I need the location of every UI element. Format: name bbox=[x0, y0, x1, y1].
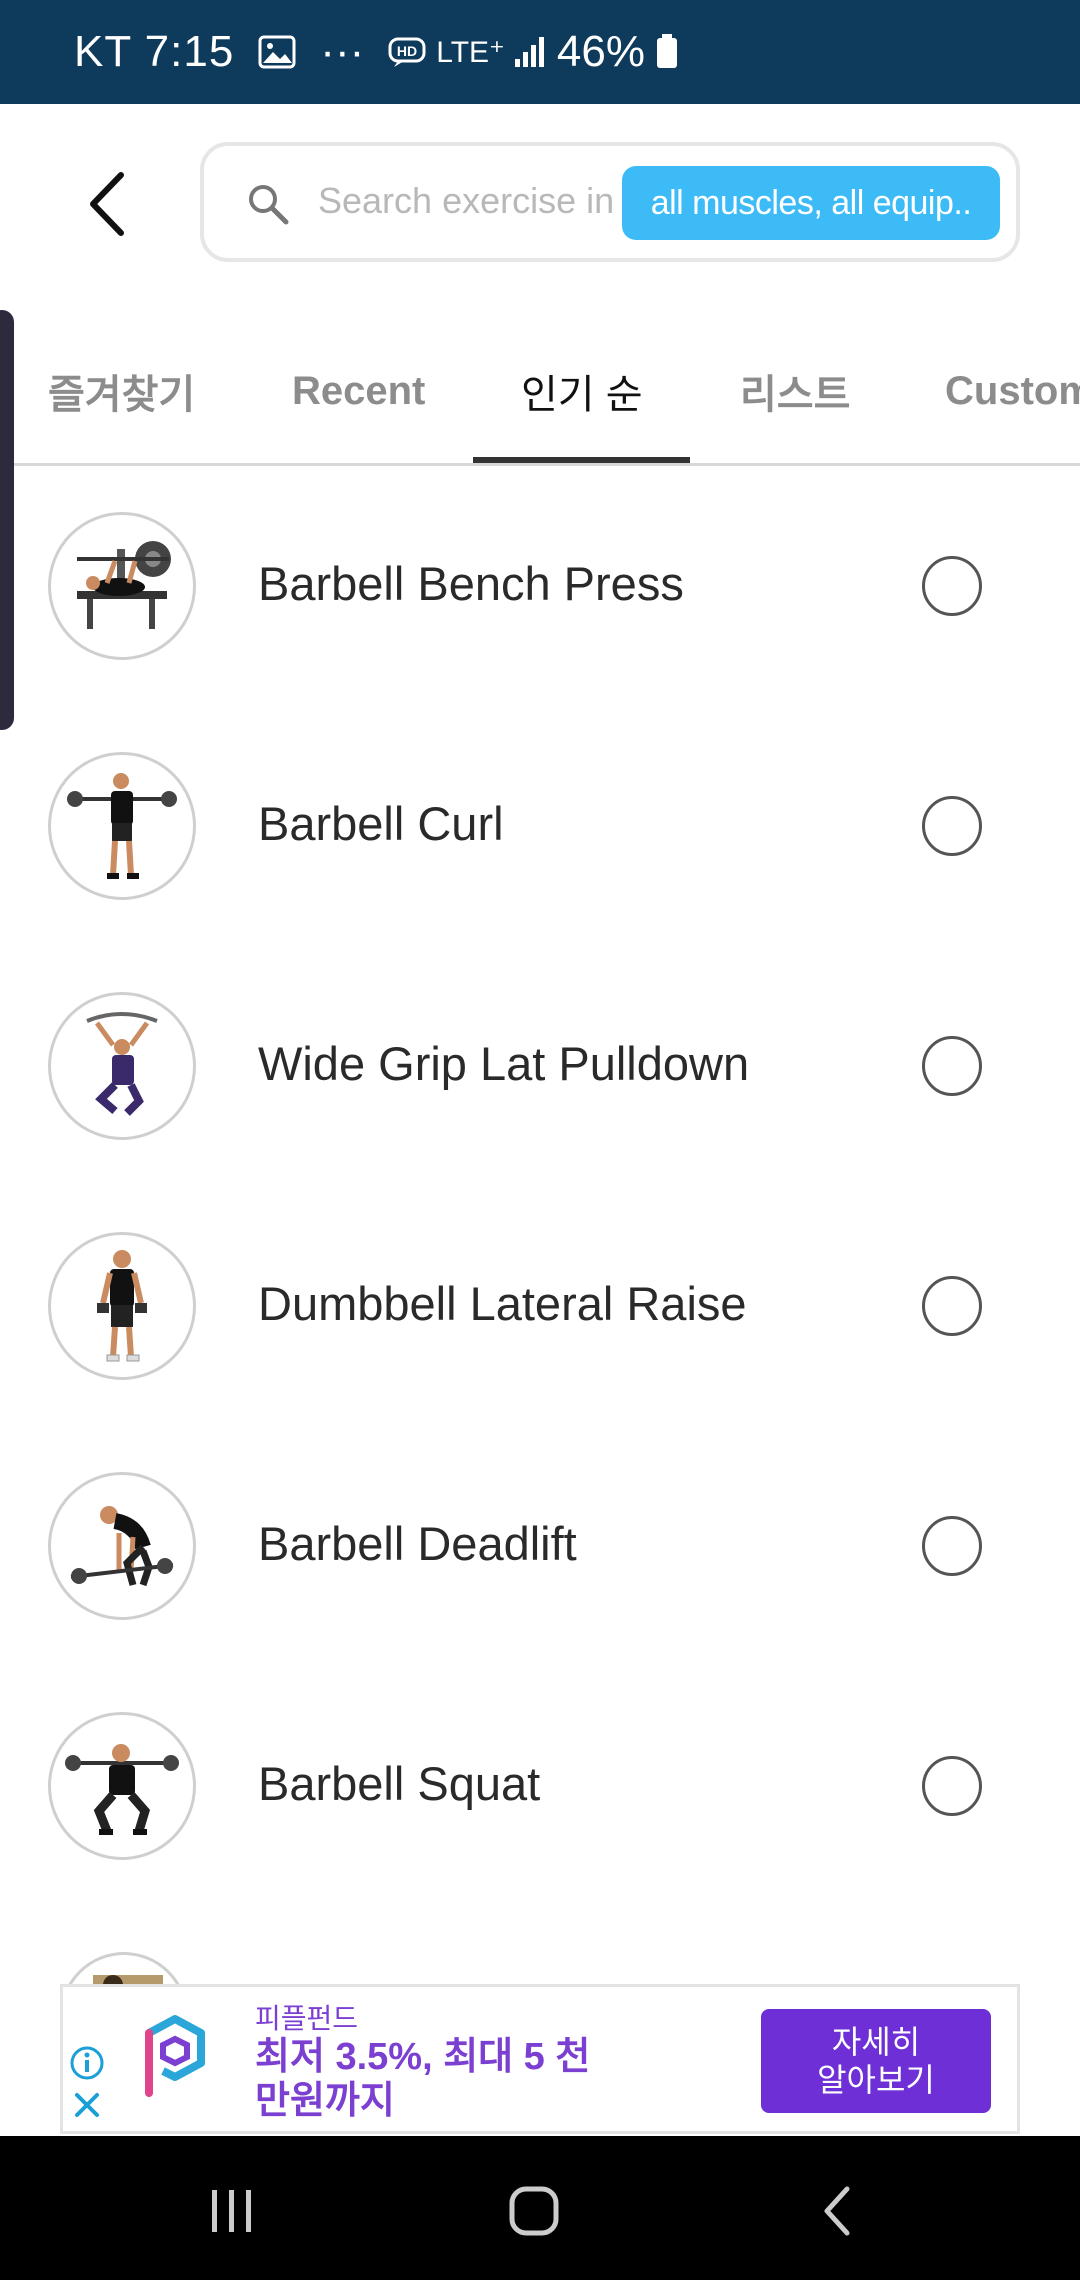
image-icon bbox=[258, 35, 296, 69]
status-time: KT 7:15 bbox=[74, 27, 235, 76]
tab-list[interactable]: 리스트 bbox=[740, 316, 850, 466]
exercise-name: Barbell Curl bbox=[258, 797, 504, 850]
list-item[interactable]: Barbell Curl bbox=[0, 706, 1080, 946]
deadlift-thumbnail bbox=[48, 1472, 196, 1620]
select-radio[interactable] bbox=[922, 1036, 982, 1096]
ad-headline: 최저 3.5%, 최대 5 천만원까지 bbox=[255, 2036, 591, 2122]
list-item[interactable]: Dumbbell Lateral Raise bbox=[0, 1186, 1080, 1426]
status-bar: KT 7:15 ··· HD LTE⁺ 46% bbox=[0, 0, 1080, 104]
signal-icon bbox=[513, 35, 545, 69]
lat-pulldown-thumbnail bbox=[48, 992, 196, 1140]
hd-icon: HD bbox=[388, 35, 428, 69]
network-type: LTE⁺ bbox=[436, 35, 505, 69]
advertiser-logo bbox=[145, 2015, 205, 2097]
lateral-raise-thumbnail bbox=[48, 1232, 196, 1380]
header: Search exercise in all muscles, all equi… bbox=[0, 104, 1080, 294]
home-button[interactable] bbox=[494, 2176, 574, 2246]
more-notifications: ··· bbox=[320, 27, 365, 76]
bench-press-thumbnail bbox=[48, 512, 196, 660]
recent-apps-button[interactable] bbox=[192, 2176, 272, 2246]
list-item[interactable]: Barbell Bench Press bbox=[0, 466, 1080, 706]
select-radio[interactable] bbox=[922, 796, 982, 856]
exercise-list: Barbell Bench Press Barbell Curl Wide Gr… bbox=[0, 466, 1080, 1906]
tab-custom[interactable]: Custom bbox=[945, 316, 1080, 466]
tab-favorites[interactable]: 즐겨찾기 bbox=[48, 316, 195, 466]
tab-bar: 즐겨찾기 Recent 인기 순 리스트 Custom bbox=[0, 316, 1080, 466]
search-icon bbox=[249, 185, 289, 225]
exercise-name: Dumbbell Lateral Raise bbox=[258, 1277, 747, 1330]
exercise-name: Barbell Bench Press bbox=[258, 557, 684, 610]
ad-cta-button[interactable]: 자세히 알아보기 bbox=[761, 2009, 991, 2113]
exercise-name: Barbell Deadlift bbox=[258, 1517, 577, 1570]
ad-advertiser: 피플펀드 bbox=[255, 2003, 359, 2034]
select-radio[interactable] bbox=[922, 1516, 982, 1576]
close-icon[interactable] bbox=[71, 2089, 103, 2121]
search-input[interactable]: Search exercise in bbox=[318, 180, 614, 222]
select-radio[interactable] bbox=[922, 1756, 982, 1816]
system-nav-bar bbox=[0, 2136, 1080, 2280]
barbell-curl-thumbnail bbox=[48, 752, 196, 900]
battery-icon bbox=[655, 34, 679, 70]
back-nav-button[interactable] bbox=[798, 2176, 878, 2246]
select-radio[interactable] bbox=[922, 556, 982, 616]
info-icon[interactable] bbox=[69, 2045, 105, 2081]
tab-recent[interactable]: Recent bbox=[292, 316, 425, 466]
recent-apps-icon bbox=[212, 2190, 251, 2232]
search-bar[interactable]: Search exercise in all muscles, all equi… bbox=[200, 142, 1020, 262]
select-radio[interactable] bbox=[922, 1276, 982, 1336]
back-nav-icon bbox=[824, 2186, 850, 2236]
battery-percent: 46% bbox=[556, 27, 645, 76]
back-button[interactable] bbox=[72, 164, 142, 244]
svg-text:HD: HD bbox=[397, 43, 417, 59]
active-tab-indicator bbox=[473, 457, 690, 463]
exercise-name: Barbell Squat bbox=[258, 1757, 541, 1810]
list-item[interactable]: Barbell Squat bbox=[0, 1666, 1080, 1906]
tab-popular[interactable]: 인기 순 bbox=[521, 316, 643, 466]
home-icon bbox=[509, 2186, 559, 2236]
list-item[interactable]: Barbell Deadlift bbox=[0, 1426, 1080, 1666]
squat-thumbnail bbox=[48, 1712, 196, 1860]
list-item[interactable]: Wide Grip Lat Pulldown bbox=[0, 946, 1080, 1186]
exercise-name: Wide Grip Lat Pulldown bbox=[258, 1037, 750, 1090]
ad-banner[interactable]: 피플펀드 최저 3.5%, 최대 5 천만원까지 자세히 알아보기 bbox=[60, 1984, 1020, 2134]
chevron-left-icon bbox=[90, 172, 124, 236]
filter-button[interactable]: all muscles, all equip.. bbox=[622, 166, 1000, 240]
